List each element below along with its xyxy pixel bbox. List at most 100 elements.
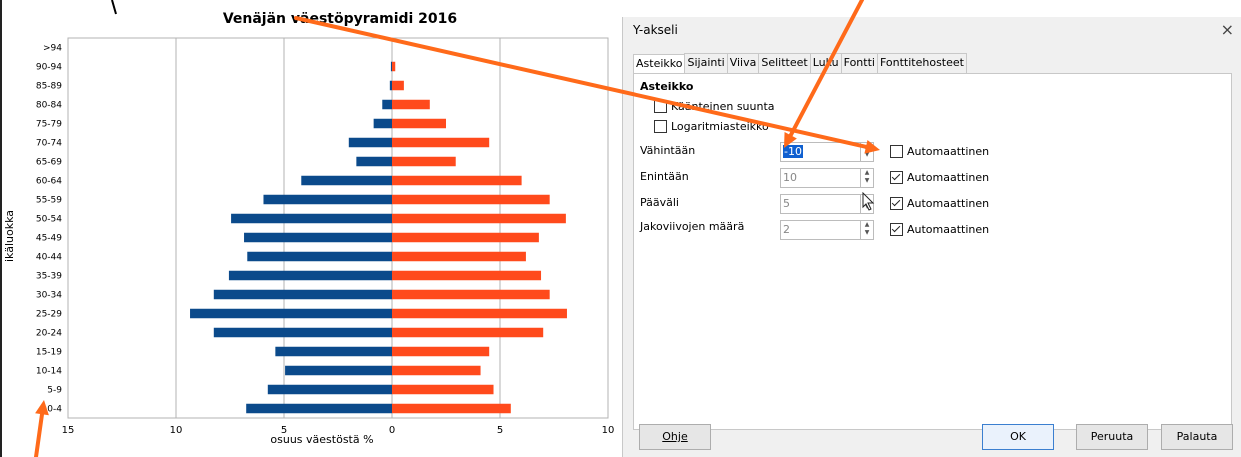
bar-left (285, 365, 392, 376)
y-tick-label: 65-69 (36, 158, 62, 168)
bar-right (392, 61, 396, 72)
bar-left (373, 118, 392, 129)
y-tick-label: 75-79 (36, 120, 62, 130)
maximum-value: 10 (783, 171, 797, 184)
bar-left (382, 99, 392, 110)
tab-bar: Asteikko Sijainti Viiva Selitteet Luku F… (633, 53, 967, 74)
log-scale-checkbox[interactable] (654, 120, 667, 133)
y-tick-label: 80-84 (36, 101, 62, 111)
minimum-field[interactable]: -10 ▲ ▼ (780, 142, 874, 162)
maximum-spinner-icon[interactable]: ▲ ▼ (860, 169, 873, 187)
minor-count-auto-checkbox[interactable] (890, 223, 903, 236)
major-interval-value: 5 (783, 197, 790, 210)
minor-count-auto-label: Automaattinen (907, 223, 990, 236)
population-pyramid-chart: 15 10 5 0 5 10>9490-9485-8980-8475-7970-7465-… (3, 0, 615, 446)
reverse-direction-option[interactable]: Käänteinen suunta (654, 100, 775, 113)
tab-panel: Asteikko Käänteinen suunta Logaritmiaste… (633, 73, 1232, 430)
x-tick-label: 10 (602, 425, 615, 436)
minor-count-value: 2 (783, 223, 790, 236)
y-tick-label: 60-64 (36, 177, 62, 187)
y-axis-label: ikäluokka (3, 210, 16, 262)
bar-left (267, 384, 392, 395)
minimum-value: -10 (783, 145, 803, 158)
bar-right (392, 384, 494, 395)
major-interval-auto-label: Automaattinen (907, 197, 990, 210)
y-tick-label: 35-39 (36, 272, 62, 282)
bar-left (263, 194, 392, 205)
annotation-fragment (111, 0, 117, 15)
minimum-spinner-icon[interactable]: ▲ ▼ (860, 143, 873, 161)
bar-left (356, 156, 392, 167)
x-tick-label: 10 (170, 425, 183, 436)
bar-left (246, 403, 392, 414)
bar-left (275, 346, 392, 357)
y-tick-label: 50-54 (36, 215, 62, 225)
y-tick-label: 55-59 (36, 196, 62, 206)
bar-right (392, 232, 539, 243)
y-tick-label: 0-4 (47, 405, 62, 415)
maximum-auto-label: Automaattinen (907, 171, 990, 184)
ok-button[interactable]: OK (982, 424, 1054, 450)
y-tick-label: 45-49 (36, 234, 62, 244)
y-tick-label: 20-24 (36, 329, 62, 339)
y-axis-dialog: Y-akseli × Asteikko Sijainti Viiva Selit… (622, 17, 1241, 457)
bar-left (244, 232, 392, 243)
bar-right (392, 194, 550, 205)
bar-right (392, 346, 490, 357)
bar-right (392, 270, 542, 281)
bar-right (392, 289, 550, 300)
minimum-auto-option[interactable]: Automaattinen (890, 145, 989, 158)
minor-count-field[interactable]: 2 ▲ ▼ (780, 220, 874, 240)
y-tick-label: 85-89 (36, 82, 62, 92)
dialog-title: Y-akseli (633, 23, 678, 37)
plot-area (67, 37, 609, 419)
chart-area: 15 10 5 0 5 10 >94 90-94 85-89 80-84 75-79 70-74 65-… (0, 0, 622, 457)
bar-right (392, 308, 567, 319)
minimum-label: Vähintään (640, 144, 696, 157)
y-tick-label: 30-34 (36, 291, 62, 301)
reset-button[interactable]: Palauta (1161, 424, 1233, 450)
mouse-pointer-icon (862, 192, 875, 211)
tab-viiva[interactable]: Viiva (726, 53, 760, 73)
cancel-button[interactable]: Peruuta (1076, 424, 1148, 450)
reverse-direction-checkbox[interactable] (654, 100, 667, 113)
bar-right (392, 175, 522, 186)
bar-left (301, 175, 392, 186)
y-tick-label: 90-94 (36, 63, 62, 73)
minor-count-spinner-icon[interactable]: ▲ ▼ (860, 221, 873, 239)
maximum-field[interactable]: 10 ▲ ▼ (780, 168, 874, 188)
maximum-label: Enintään (640, 170, 689, 183)
tab-asteikko[interactable]: Asteikko (633, 54, 686, 74)
minor-count-auto-option[interactable]: Automaattinen (890, 223, 989, 236)
tab-sijainti[interactable]: Sijainti (684, 53, 728, 73)
y-tick-label: 70-74 (36, 139, 62, 149)
tab-selitteet[interactable]: Selitteet (758, 53, 811, 73)
bar-left (389, 80, 392, 91)
bar-left (231, 213, 392, 224)
major-interval-auto-checkbox[interactable] (890, 197, 903, 210)
maximum-auto-checkbox[interactable] (890, 171, 903, 184)
chart-title: Venäjän väestöpyramidi 2016 (223, 11, 457, 27)
minimum-auto-label: Automaattinen (907, 145, 990, 158)
minor-count-label: Jakoviivojen määrä (640, 220, 745, 233)
bar-right (392, 156, 456, 167)
bar-right (392, 99, 430, 110)
log-scale-option[interactable]: Logaritmiasteikko (654, 120, 769, 133)
tab-luku[interactable]: Luku (809, 53, 842, 73)
tab-fontti[interactable]: Fontti (840, 53, 878, 73)
bar-right (392, 80, 404, 91)
minimum-auto-checkbox[interactable] (890, 145, 903, 158)
major-interval-field[interactable]: 5 ▲▼ (780, 194, 874, 214)
major-interval-auto-option[interactable]: Automaattinen (890, 197, 989, 210)
maximum-auto-option[interactable]: Automaattinen (890, 171, 989, 184)
bar-right (392, 213, 566, 224)
help-button[interactable]: Ohje (639, 424, 711, 450)
bar-left (348, 137, 392, 148)
y-tick-label: 5-9 (47, 386, 62, 396)
bar-left (190, 308, 392, 319)
tab-fonttitehosteet[interactable]: Fonttitehosteet (876, 53, 967, 73)
bar-right (392, 365, 481, 376)
bar-right (392, 118, 446, 129)
bar-left (213, 289, 392, 300)
close-icon[interactable]: × (1221, 20, 1234, 39)
